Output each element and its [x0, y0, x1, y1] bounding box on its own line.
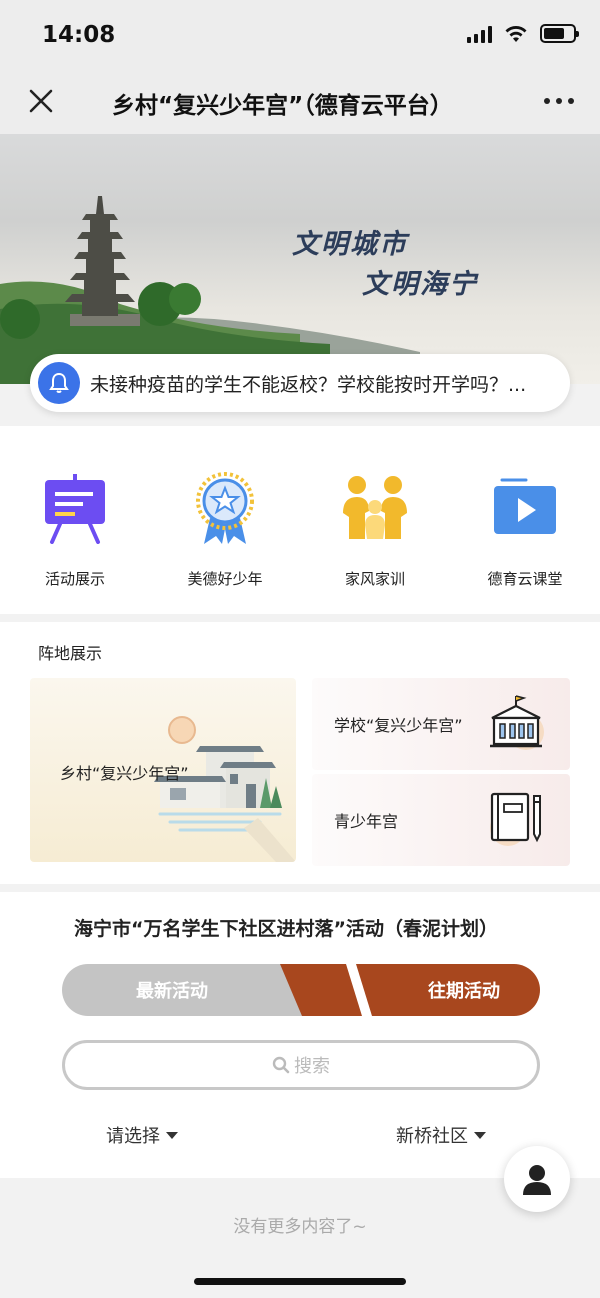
entry-moral-cloud-class[interactable]: 德育云课堂 [450, 470, 600, 589]
card-school-youth-palace[interactable]: 学校“复兴少年宫” [312, 678, 570, 770]
close-icon[interactable] [26, 86, 56, 116]
wifi-icon [505, 25, 527, 42]
entry-family-rules[interactable]: 家风家训 [300, 470, 450, 589]
caret-down-icon [474, 1131, 486, 1139]
tab-past-label: 往期活动 [428, 981, 500, 1002]
entry-label: 美德好少年 [187, 570, 263, 588]
nav-bar: 乡村“复兴少年宫”（德育云平台） [0, 72, 600, 134]
tab-past-activity[interactable] [280, 964, 540, 1016]
page-title: 乡村“复兴少年宫”（德育云平台） [112, 93, 453, 119]
award-badge-icon [187, 470, 263, 546]
status-bar: 14:08 [0, 0, 600, 72]
search-placeholder: 搜索 [294, 1056, 330, 1077]
filter-label: 新桥社区 [396, 1126, 468, 1147]
tab-latest-label: 最新活动 [136, 981, 208, 1002]
section-title: 阵地展示 [38, 644, 103, 663]
notice-text: 未接种疫苗的学生不能返校？学校能按时开学吗？... [90, 373, 527, 396]
user-icon [523, 1165, 551, 1195]
bell-icon [38, 362, 80, 404]
card-label: 青少年宫 [334, 812, 399, 831]
battery-icon [540, 24, 579, 43]
banner-slogan-1: 文明城市 [292, 229, 408, 260]
activity-section: 海宁市“万名学生下社区进村落”活动（春泥计划） 最新活动 往期活动 搜索 请选择… [0, 892, 600, 1178]
card-label: 学校“复兴少年宫” [334, 716, 463, 735]
user-profile-button[interactable] [504, 1146, 570, 1212]
entry-activity-showcase[interactable]: 活动展示 [0, 470, 150, 589]
no-more-content-text: 没有更多内容了~ [233, 1217, 367, 1237]
home-indicator[interactable] [194, 1278, 406, 1285]
filter-select-left[interactable]: 请选择 [106, 1122, 178, 1148]
banner[interactable]: 文明城市 文明海宁 [0, 134, 600, 384]
activity-tab-switch: 最新活动 往期活动 [62, 964, 540, 1016]
family-icon [337, 470, 413, 546]
filter-label: 请选择 [106, 1126, 160, 1147]
card-rural-youth-palace[interactable]: 乡村“复兴少年宫” [30, 678, 296, 862]
entry-label: 活动展示 [44, 570, 105, 588]
status-icons [467, 24, 579, 43]
activity-title: 海宁市“万名学生下社区进村落”活动（春泥计划） [74, 918, 498, 940]
more-menu-icon[interactable] [544, 98, 574, 104]
entry-label: 家风家训 [344, 570, 405, 588]
caret-down-icon [166, 1131, 178, 1139]
quick-entry-section: 活动展示 美德好少年 家风家训 德育云课堂 [0, 426, 600, 614]
cellular-signal-icon [467, 25, 492, 43]
search-input[interactable]: 搜索 [62, 1040, 540, 1090]
entry-virtuous-youth[interactable]: 美德好少年 [150, 470, 300, 589]
school-building-icon [490, 695, 544, 750]
banner-slogan-2: 文明海宁 [362, 269, 478, 300]
search-icon [272, 1056, 290, 1074]
card-label: 乡村“复兴少年宫” [60, 764, 189, 783]
entry-label: 德育云课堂 [487, 570, 563, 588]
filter-select-community[interactable]: 新桥社区 [396, 1122, 486, 1148]
notice-bar[interactable]: 未接种疫苗的学生不能返校？学校能按时开学吗？... [30, 354, 570, 412]
card-youth-palace[interactable]: 青少年宫 [312, 774, 570, 866]
status-time: 14:08 [42, 22, 116, 48]
notebook-pen-icon [490, 792, 541, 846]
position-showcase-section: 阵地展示 乡村“复兴少年宫” 学校“复兴少年宫” 青少年宫 [0, 622, 600, 884]
presentation-board-icon [37, 470, 113, 546]
video-play-icon [487, 470, 563, 546]
